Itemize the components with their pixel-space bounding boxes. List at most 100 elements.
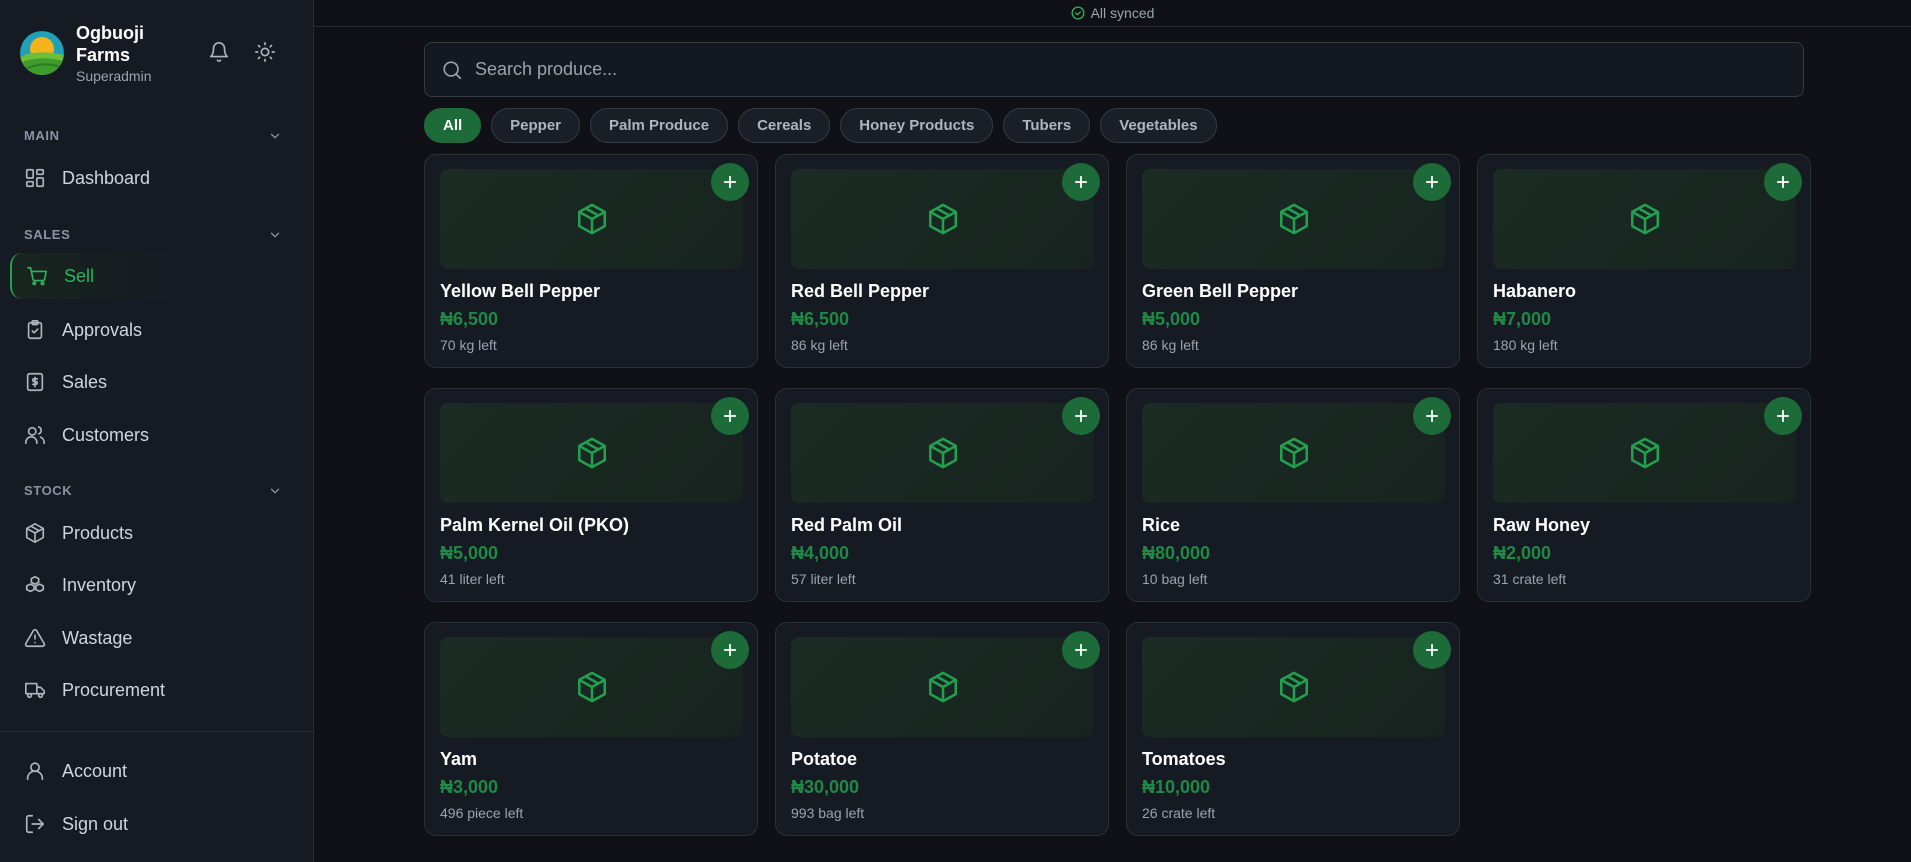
product-name: Yellow Bell Pepper: [440, 281, 601, 301]
add-to-cart-button[interactable]: [1413, 631, 1451, 669]
plus-icon: [721, 641, 739, 659]
product-card[interactable]: Yellow Bell Pepper ₦6,500 70 kg left: [424, 154, 758, 368]
product-price: ₦4,000: [791, 543, 850, 563]
clipboard-check-icon: [24, 319, 46, 341]
product-stock: 496 piece left: [440, 805, 524, 821]
box-icon: [1628, 202, 1662, 236]
add-to-cart-button[interactable]: [711, 163, 749, 201]
sidebar-item-sign-out[interactable]: Sign out: [10, 801, 304, 847]
receipt-dollar-icon: [24, 371, 46, 393]
users-icon: [24, 424, 46, 446]
box-icon: [1628, 436, 1662, 470]
sidebar-item-sell[interactable]: Sell: [10, 253, 304, 299]
sidebar-item-sales[interactable]: Sales: [10, 359, 304, 405]
product-stock: 31 crate left: [1493, 571, 1567, 587]
filter-chip[interactable]: Tubers: [1003, 108, 1091, 143]
product-name: Red Palm Oil: [791, 515, 903, 535]
user-icon: [24, 760, 46, 782]
product-price: ₦10,000: [1142, 777, 1211, 797]
brand-name: Ogbuoji Farms: [76, 23, 144, 65]
plus-icon: [1423, 407, 1441, 425]
product-price: ₦30,000: [791, 777, 860, 797]
box-icon: [24, 522, 46, 544]
bell-icon[interactable]: [207, 40, 231, 64]
filter-chip[interactable]: Pepper: [491, 108, 581, 143]
sidebar-item-label: Sign out: [62, 813, 129, 834]
add-to-cart-button[interactable]: [1413, 163, 1451, 201]
chevron-down-icon[interactable]: [268, 484, 282, 498]
product-image-placeholder: [440, 403, 743, 503]
product-card[interactable]: Tomatoes ₦10,000 26 crate left: [1126, 622, 1460, 836]
product-stock: 57 liter left: [791, 571, 856, 587]
plus-icon: [1423, 641, 1441, 659]
product-price: ₦3,000: [440, 777, 499, 797]
plus-icon: [1072, 641, 1090, 659]
chevron-down-icon[interactable]: [268, 228, 282, 242]
product-card[interactable]: Yam ₦3,000 496 piece left: [424, 622, 758, 836]
add-to-cart-button[interactable]: [1062, 397, 1100, 435]
product-image-placeholder: [440, 169, 743, 269]
product-price: ₦2,000: [1493, 543, 1552, 563]
product-card[interactable]: Raw Honey ₦2,000 31 crate left: [1477, 388, 1811, 602]
add-to-cart-button[interactable]: [1413, 397, 1451, 435]
dashboard-icon: [24, 167, 46, 189]
chevron-down-icon[interactable]: [268, 129, 282, 143]
sidebar-item-dashboard[interactable]: Dashboard: [10, 155, 304, 201]
sidebar-item-procurement[interactable]: Procurement: [10, 667, 304, 713]
filter-chip[interactable]: Honey Products: [840, 108, 994, 143]
sidebar-item-label: Customers: [62, 424, 150, 445]
sidebar-item-account[interactable]: Account: [10, 748, 304, 794]
brand: Ogbuoji Farms Superadmin: [20, 22, 176, 84]
sidebar-item-wastage[interactable]: Wastage: [10, 615, 304, 661]
product-image-placeholder: [1142, 169, 1445, 269]
sidebar-divider: [0, 731, 314, 732]
product-card[interactable]: Green Bell Pepper ₦5,000 86 kg left: [1126, 154, 1460, 368]
sidebar-item-inventory[interactable]: Inventory: [10, 562, 304, 608]
add-to-cart-button[interactable]: [711, 397, 749, 435]
sidebar-item-products[interactable]: Products: [10, 510, 304, 556]
product-card[interactable]: Red Bell Pepper ₦6,500 86 kg left: [775, 154, 1109, 368]
plus-icon: [1774, 173, 1792, 191]
filter-chip[interactable]: Vegetables: [1100, 108, 1217, 143]
add-to-cart-button[interactable]: [1764, 397, 1802, 435]
filter-chip[interactable]: Cereals: [738, 108, 831, 143]
product-card[interactable]: Potatoe ₦30,000 993 bag left: [775, 622, 1109, 836]
product-image-placeholder: [440, 637, 743, 737]
product-stock: 86 kg left: [1142, 337, 1199, 353]
product-price: ₦5,000: [440, 543, 499, 563]
add-to-cart-button[interactable]: [711, 631, 749, 669]
user-role: Superadmin: [76, 68, 152, 84]
plus-icon: [1072, 173, 1090, 191]
product-name: Potatoe: [791, 749, 858, 769]
box-icon: [575, 202, 609, 236]
search-input[interactable]: [475, 59, 1803, 80]
product-name: Red Bell Pepper: [791, 281, 930, 301]
filter-chip[interactable]: All: [424, 108, 482, 143]
box-icon: [926, 436, 960, 470]
product-stock: 993 bag left: [791, 805, 865, 821]
sidebar-item-label: Account: [62, 760, 128, 781]
product-stock: 86 kg left: [791, 337, 848, 353]
box-icon: [1277, 202, 1311, 236]
sidebar-item-approvals[interactable]: Approvals: [10, 307, 304, 353]
sidebar-item-label: Procurement: [62, 679, 166, 700]
product-card[interactable]: Red Palm Oil ₦4,000 57 liter left: [775, 388, 1109, 602]
search-icon: [441, 59, 463, 81]
product-card[interactable]: Rice ₦80,000 10 bag left: [1126, 388, 1460, 602]
product-card[interactable]: Habanero ₦7,000 180 kg left: [1477, 154, 1811, 368]
product-price: ₦80,000: [1142, 543, 1211, 563]
product-card[interactable]: Palm Kernel Oil (PKO) ₦5,000 41 liter left: [424, 388, 758, 602]
product-stock: 26 crate left: [1142, 805, 1216, 821]
plus-icon: [1423, 173, 1441, 191]
plus-icon: [721, 173, 739, 191]
sidebar-item-label: Sell: [64, 265, 95, 286]
farm-logo: [20, 31, 64, 75]
sun-icon[interactable]: [253, 40, 277, 64]
add-to-cart-button[interactable]: [1062, 163, 1100, 201]
truck-icon: [24, 679, 46, 701]
sidebar-item-customers[interactable]: Customers: [10, 412, 304, 458]
sync-status-bar: All synced: [314, 0, 1911, 27]
filter-chip[interactable]: Palm Produce: [590, 108, 729, 143]
add-to-cart-button[interactable]: [1062, 631, 1100, 669]
add-to-cart-button[interactable]: [1764, 163, 1802, 201]
